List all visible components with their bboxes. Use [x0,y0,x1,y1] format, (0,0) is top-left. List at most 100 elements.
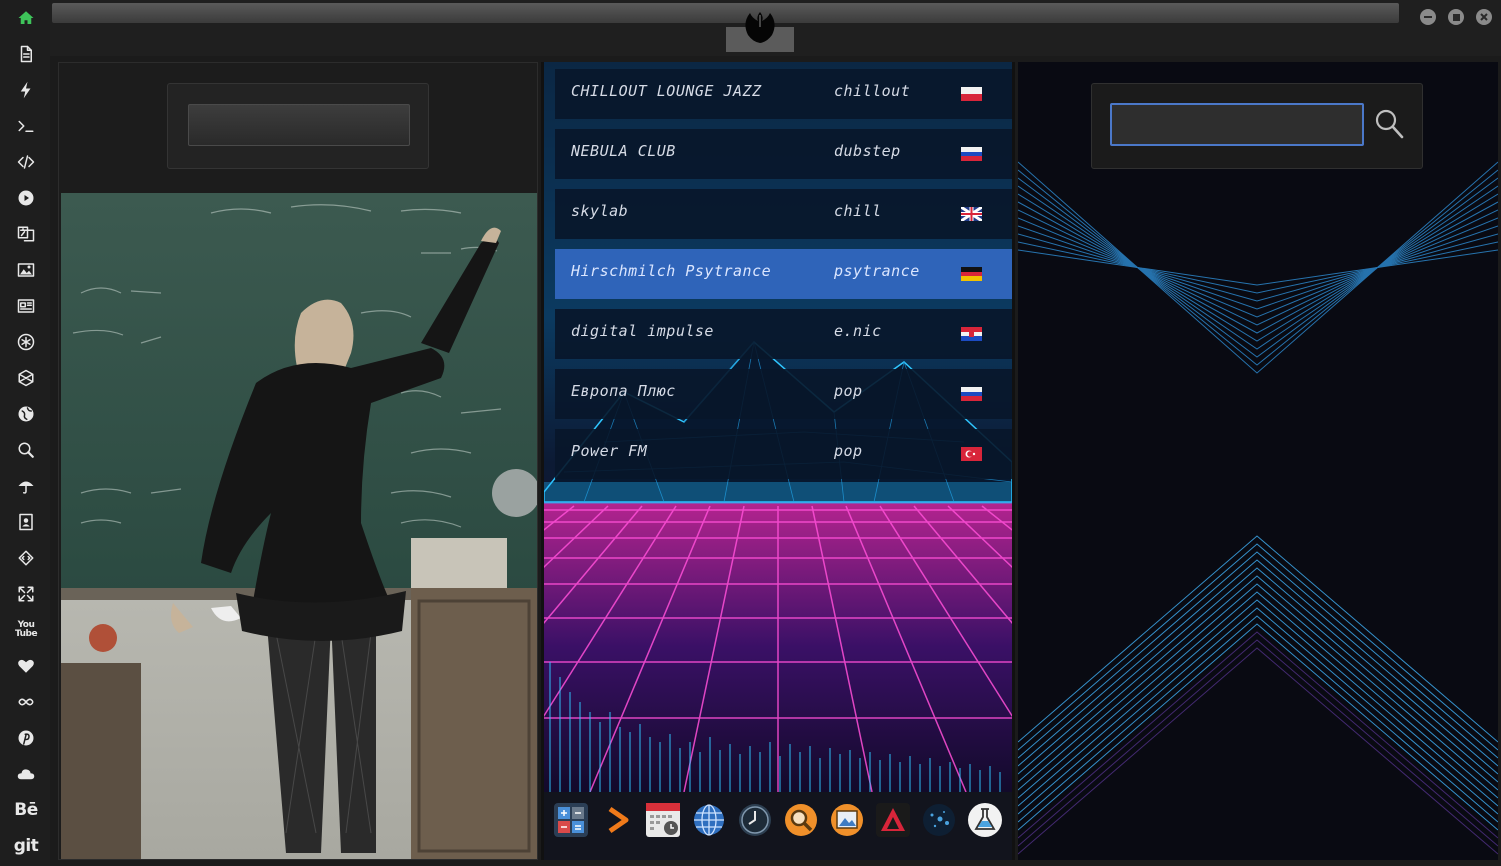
search-icon [18,442,34,458]
magnifier-icon[interactable] [782,801,820,839]
sidebar-item-documents[interactable] [13,41,39,67]
left-panel [58,62,538,860]
cloud-icon [17,769,35,780]
station-genre: chillout [834,82,911,100]
radio-panel: CHILLOUT LOUNGE JAZZ chillout NEBULA CLU… [541,62,1015,860]
document-icon [20,45,32,63]
pinterest-icon [18,730,34,746]
station-name: Европа Плюс [571,382,676,400]
sidebar-item-loop[interactable] [13,689,39,715]
sidebar-item-home[interactable] [13,5,39,31]
left-input-field[interactable] [188,104,410,146]
station-row[interactable]: Европа Плюс pop [555,369,1012,419]
station-genre: e.nic [834,322,882,340]
vector-app-icon[interactable] [874,801,912,839]
sidebar-item-git[interactable]: git [13,833,39,859]
code-icon [17,155,35,169]
title-bar [50,0,1501,56]
station-name: Hirschmilch Psytrance [571,262,772,280]
russia-flag-icon [961,387,982,401]
sidebar-item-pinterest[interactable] [13,725,39,751]
hexagon-icon [18,369,34,387]
station-row[interactable]: Power FM pop [555,429,1012,479]
left-toolbar-box [167,83,429,169]
title-drag-area[interactable] [52,3,1399,23]
search-input[interactable] [1110,103,1364,146]
close-button[interactable] [1476,9,1492,25]
search-icon[interactable] [1374,108,1404,140]
sidebar-item-hex[interactable] [13,365,39,391]
sidebar-item-contacts[interactable] [13,509,39,535]
sidebar-item-favorites[interactable] [13,653,39,679]
behance-icon: Bē [14,800,38,820]
station-row[interactable]: CHILLOUT LOUNGE JAZZ chillout [555,69,1012,119]
git-icon: git [13,836,39,856]
sidebar-item-images[interactable] [13,257,39,283]
sidebar-item-media[interactable] [13,185,39,211]
close-icon [1480,13,1488,21]
infinity-icon [18,698,34,706]
heart-icon [18,659,34,673]
station-name: skylab [571,202,629,220]
news-icon [17,299,35,313]
lab-flask-icon[interactable] [966,801,1004,839]
sidebar-item-translate[interactable] [13,221,39,247]
sidebar-item-weather[interactable] [13,473,39,499]
youtube-icon: You Tube [15,620,38,639]
station-name: NEBULA CLUB [571,142,676,160]
station-name: digital impulse [571,322,714,340]
station-row[interactable]: NEBULA CLUB dubstep [555,129,1012,179]
maximize-button[interactable] [1448,9,1464,25]
wallpaper-photo [61,193,537,859]
calendar-icon[interactable] [644,801,682,839]
image-viewer-icon[interactable] [828,801,866,839]
station-genre: psytrance [834,262,920,280]
sidebar-item-code[interactable] [13,149,39,175]
station-genre: pop [834,382,863,400]
station-row[interactable]: digital impulse e.nic [555,309,1012,359]
right-panel [1018,62,1498,860]
app-dock [544,792,1012,860]
station-genre: pop [834,442,863,460]
contact-icon [19,513,33,531]
station-row[interactable]: skylab chill [555,189,1012,239]
sidebar-item-cloud[interactable] [13,761,39,787]
translate-icon [17,226,35,242]
sidebar-item-terminal[interactable] [13,113,39,139]
sidebar-item-web[interactable] [13,401,39,427]
clock-icon[interactable] [736,801,774,839]
lightning-icon [20,81,31,99]
sidebar-item-youtube[interactable]: You Tube [13,617,39,643]
minimize-button[interactable] [1420,9,1436,25]
germany-flag-icon [961,267,982,281]
calculator-icon[interactable] [552,801,590,839]
search-box [1091,83,1423,169]
play-icon [18,190,34,206]
station-name: CHILLOUT LOUNGE JAZZ [571,82,762,100]
globe-icon [18,406,34,422]
poland-flag-icon [961,87,982,101]
station-row-selected[interactable]: Hirschmilch Psytrance psytrance [555,249,1012,299]
station-name: Power FM [571,442,648,460]
chevron-background [1018,62,1498,860]
browser-globe-icon[interactable] [690,801,728,839]
russia-flag-icon [961,147,982,161]
sidebar-item-fullscreen[interactable] [13,581,39,607]
sidebar-item-news[interactable] [13,293,39,319]
space-icon[interactable] [920,801,958,839]
sidebar-item-power[interactable] [13,77,39,103]
sidebar-item-aperture[interactable] [13,329,39,355]
station-genre: dubstep [834,142,901,160]
station-genre: chill [834,202,882,220]
diamond-code-icon [18,550,34,566]
sidebar-item-dev[interactable] [13,545,39,571]
image-icon [17,263,35,277]
turkey-flag-icon [961,447,982,461]
sidebar-item-search[interactable] [13,437,39,463]
sidebar-item-behance[interactable]: Bē [13,797,39,823]
aperture-icon [17,333,35,351]
terminal-icon [18,120,34,132]
terminal-arrow-icon[interactable] [598,801,636,839]
expand-icon [18,586,34,602]
rebel-alliance-icon [745,12,775,43]
